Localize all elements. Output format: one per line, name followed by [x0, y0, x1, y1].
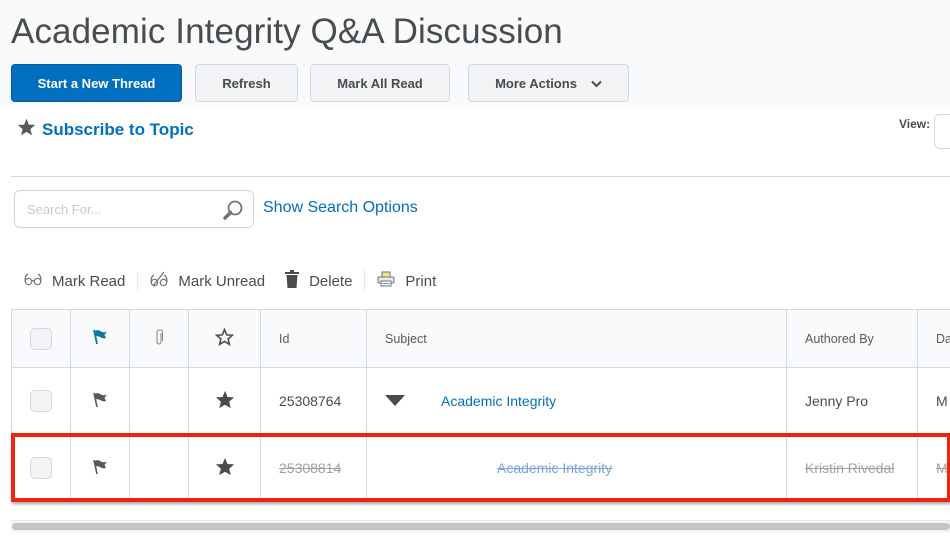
search-icon[interactable] — [222, 199, 244, 226]
table-row: 25308764 Academic Integrity Jenny Pro M — [11, 367, 950, 435]
mark-all-read-button[interactable]: Mark All Read — [310, 64, 450, 102]
collapse-triangle-icon[interactable] — [385, 394, 405, 409]
horizontal-scrollbar-thumb[interactable] — [12, 523, 950, 530]
row-subject-cell: Academic Integrity — [366, 434, 787, 502]
row-id: 25308814 — [260, 434, 367, 502]
row-checkbox[interactable] — [30, 390, 52, 412]
subject-header[interactable]: Subject — [366, 309, 787, 368]
row-author: Jenny Pro — [786, 367, 918, 435]
row-favorite-cell[interactable] — [188, 367, 261, 435]
row-select-cell — [11, 434, 71, 502]
row-subject-link[interactable]: Academic Integrity — [497, 460, 612, 476]
star-icon — [215, 390, 235, 412]
printer-icon — [377, 271, 395, 291]
row-date: M — [917, 367, 950, 435]
search-box — [14, 190, 254, 228]
row-select-cell — [11, 367, 71, 435]
show-search-options-link[interactable]: Show Search Options — [263, 199, 418, 217]
row-date: M — [917, 434, 950, 502]
start-new-thread-button[interactable]: Start a New Thread — [11, 64, 182, 102]
threads-table: Id Subject Authored By Da 25308764 Acade… — [11, 309, 950, 502]
mark-all-read-label: Mark All Read — [337, 75, 423, 91]
star-icon — [17, 118, 36, 141]
row-checkbox[interactable] — [30, 457, 52, 479]
bulk-actions-bar: Mark Read Mark Unread Delete Print — [24, 270, 456, 292]
flag-icon — [92, 392, 108, 411]
delete-action[interactable]: Delete — [285, 270, 366, 292]
row-favorite-cell[interactable] — [188, 434, 261, 502]
table-header-row: Id Subject Authored By Da — [11, 309, 950, 368]
row-attachment-cell — [129, 367, 189, 435]
chevron-down-icon — [591, 76, 602, 91]
flag-icon — [92, 459, 108, 478]
trash-icon — [285, 270, 300, 292]
start-new-thread-label: Start a New Thread — [37, 75, 156, 91]
glasses-crossed-icon — [150, 271, 168, 291]
mark-unread-label: Mark Unread — [178, 272, 266, 290]
discussion-page: Academic Integrity Q&A Discussion Start … — [0, 0, 950, 536]
page-title: Academic Integrity Q&A Discussion — [11, 12, 563, 51]
row-subject-link[interactable]: Academic Integrity — [441, 393, 556, 409]
more-actions-button[interactable]: More Actions — [468, 64, 629, 102]
view-select[interactable] — [934, 114, 950, 149]
row-id: 25308764 — [260, 367, 367, 435]
flag-icon — [92, 329, 108, 348]
paperclip-icon — [154, 329, 164, 348]
date-header[interactable]: Da — [917, 309, 950, 368]
refresh-label: Refresh — [222, 75, 271, 91]
refresh-button[interactable]: Refresh — [195, 64, 298, 102]
subscribe-label: Subscribe to Topic — [42, 119, 194, 139]
search-input[interactable] — [27, 199, 217, 219]
attachment-header[interactable] — [129, 309, 189, 368]
select-all-checkbox[interactable] — [30, 327, 52, 350]
favorite-header[interactable] — [188, 309, 261, 368]
flag-header[interactable] — [70, 309, 130, 368]
table-row: 25308814 Academic Integrity Kristin Rive… — [11, 434, 950, 502]
mark-unread-action[interactable]: Mark Unread — [150, 271, 265, 291]
star-outline-icon — [214, 327, 235, 349]
print-label: Print — [405, 272, 437, 290]
mark-read-label: Mark Read — [52, 272, 126, 290]
select-all-header — [11, 309, 71, 368]
row-subject-cell: Academic Integrity — [366, 367, 787, 435]
view-label: View: — [899, 117, 931, 131]
row-attachment-cell — [129, 434, 189, 502]
star-icon — [215, 457, 235, 479]
divider — [11, 176, 950, 177]
subscribe-to-topic-link[interactable]: Subscribe to Topic — [17, 118, 194, 141]
row-flag-cell[interactable] — [70, 367, 130, 435]
row-flag-cell[interactable] — [70, 434, 130, 502]
author-header[interactable]: Authored By — [786, 309, 918, 368]
print-action[interactable]: Print — [377, 271, 436, 291]
row-author: Kristin Rivedal — [786, 434, 918, 502]
more-actions-label: More Actions — [495, 75, 577, 91]
glasses-icon — [24, 272, 42, 290]
mark-read-action[interactable]: Mark Read — [24, 272, 139, 290]
id-header[interactable]: Id — [260, 309, 367, 368]
delete-label: Delete — [309, 272, 353, 290]
